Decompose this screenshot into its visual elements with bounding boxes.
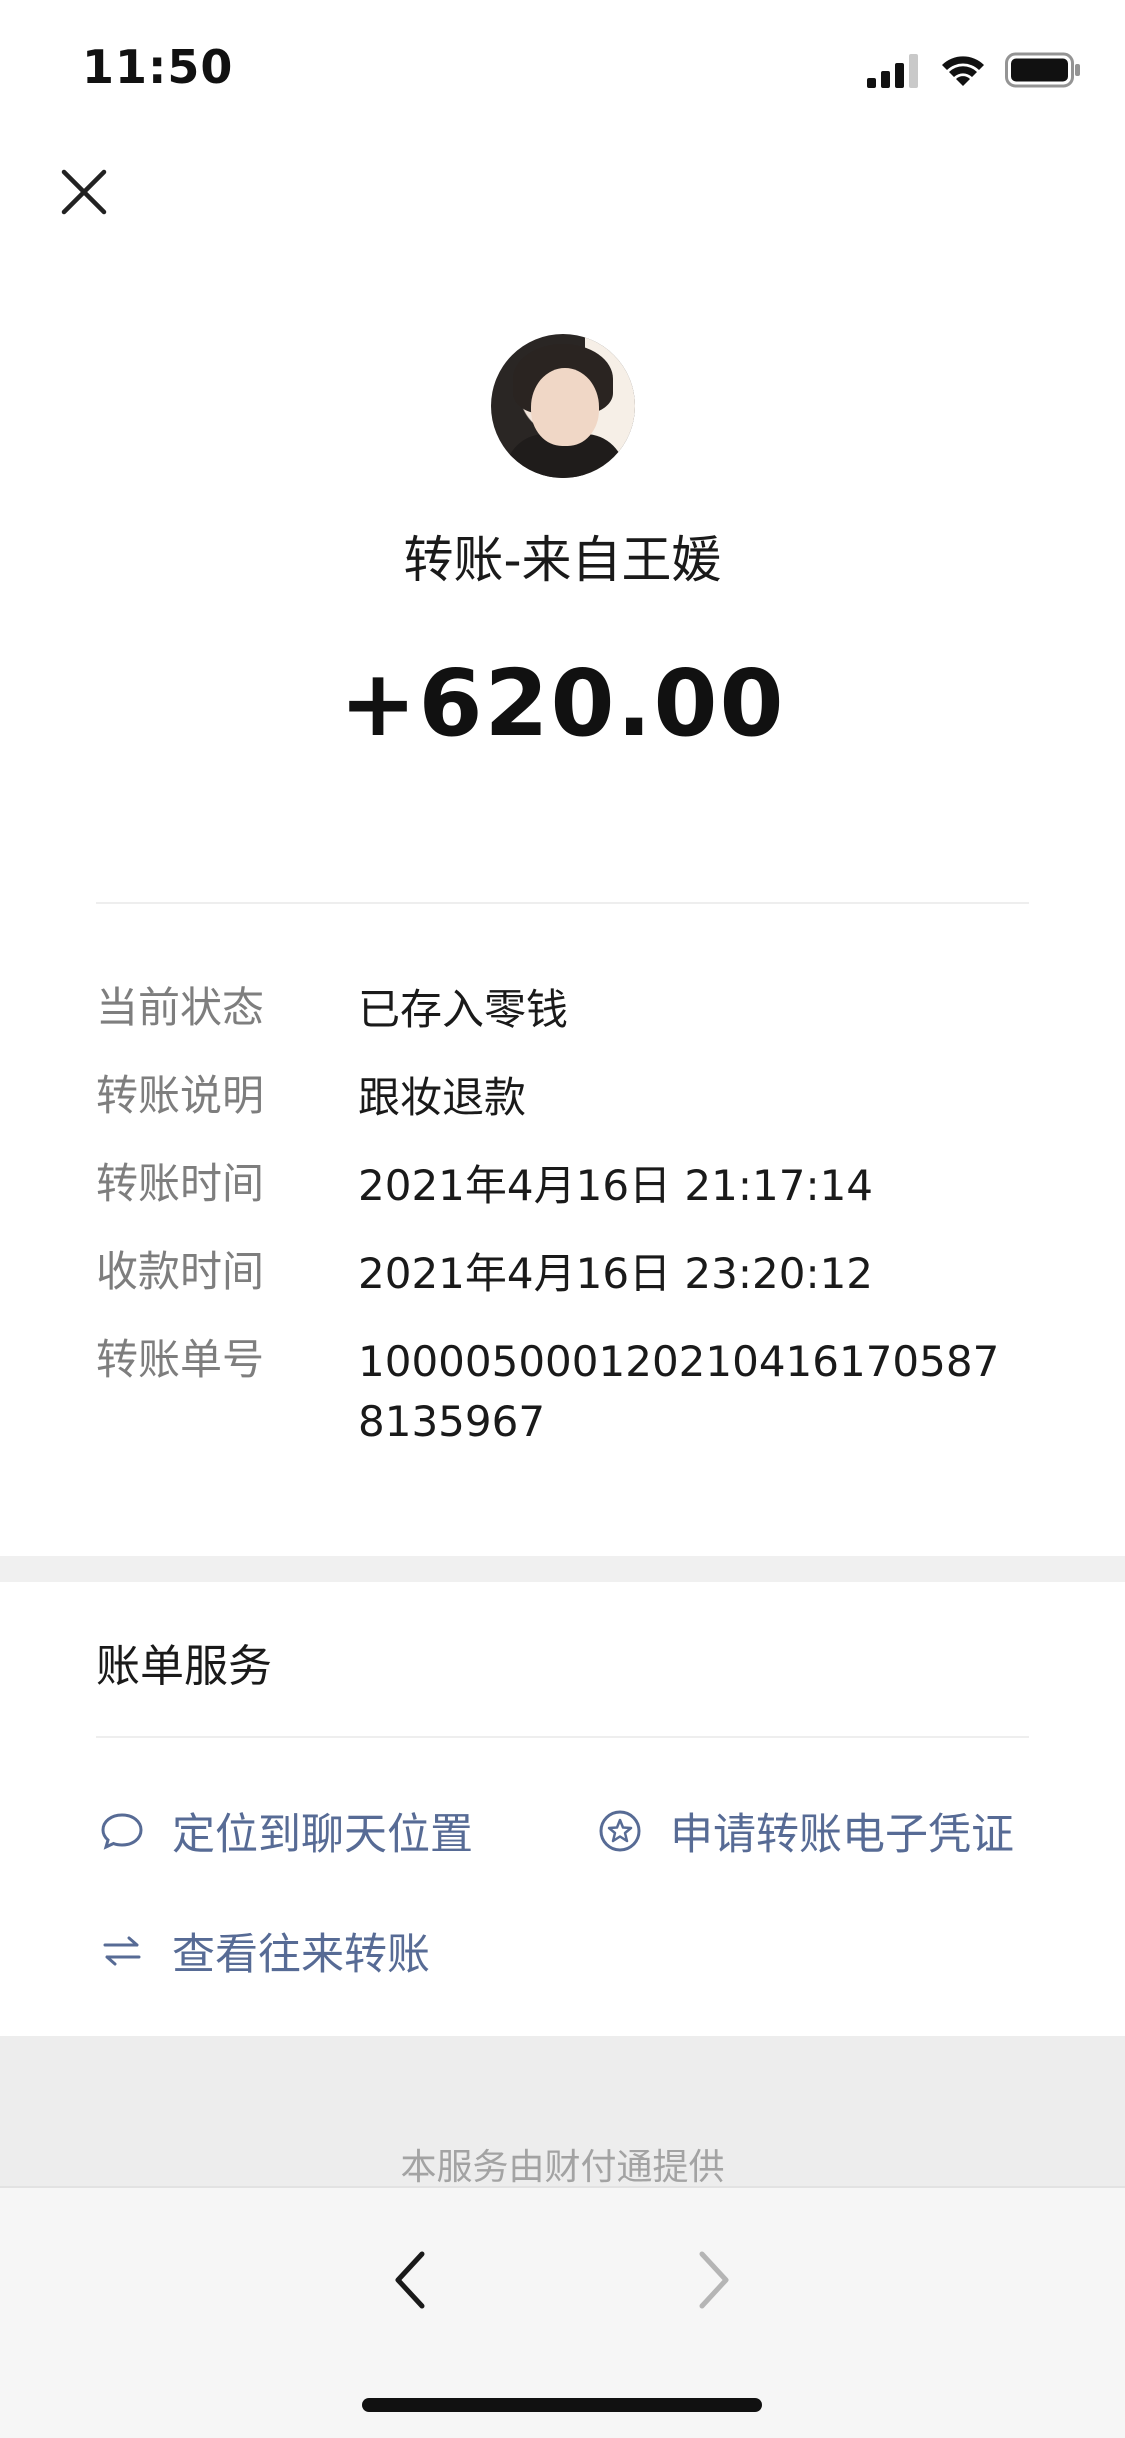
back-button[interactable] (380, 2240, 440, 2320)
detail-row-transfer-id: 转账单号 10000500012021041617058781​35967 (96, 1332, 1056, 1452)
home-indicator[interactable] (362, 2398, 762, 2412)
chevron-left-icon (395, 2251, 425, 2309)
status-time: 11:50 (82, 40, 234, 94)
status-bar: 11:50 (0, 0, 1125, 140)
wifi-icon (942, 56, 984, 86)
locate-chat-button[interactable]: 定位到聊天位置 (96, 1800, 473, 1862)
detail-value: 2021年4月16日 21:17:14 (358, 1161, 874, 1210)
footer-provider-text: 本服务由财付通提供 (400, 2147, 725, 2188)
detail-value: 2021年4月16日 23:20:12 (358, 1249, 874, 1298)
transfer-amount: +620.00 (339, 650, 786, 757)
detail-row-receive-time: 收款时间 2021年4月16日 23:20:12 (96, 1244, 1056, 1304)
divider (96, 1736, 1029, 1738)
detail-value: 已存入零钱 (358, 985, 569, 1034)
star-circle-icon (594, 1805, 646, 1857)
detail-value[interactable]: 10000500012021041617058781​35967 (358, 1332, 1008, 1452)
chat-bubble-icon (96, 1805, 148, 1857)
bill-services-title: 账单服务 (96, 1641, 272, 1692)
detail-label: 收款时间 (96, 1247, 265, 1296)
close-icon (61, 169, 107, 215)
apply-receipt-button[interactable]: 申请转账电子凭证 (594, 1800, 1014, 1862)
transfer-details: 当前状态 已存入零钱 转账说明 跟妆退款 转账时间 2021年4月16日 21:… (96, 980, 1056, 1480)
view-transfers-button[interactable]: 查看往来转账 (96, 1920, 430, 1982)
detail-row-transfer-time: 转账时间 2021年4月16日 21:17:14 (96, 1156, 1056, 1216)
battery-icon (1005, 52, 1080, 88)
detail-label: 当前状态 (96, 983, 265, 1032)
signal-icon (867, 54, 918, 88)
locate-chat-label: 定位到聊天位置 (172, 1810, 473, 1860)
exchange-arrows-icon (96, 1925, 148, 1977)
close-button[interactable] (52, 160, 116, 224)
apply-receipt-label: 申请转账电子凭证 (670, 1810, 1014, 1860)
transfer-title: 转账-来自王媛 (403, 531, 722, 589)
detail-label: 转账时间 (96, 1159, 265, 1208)
detail-row-note: 转账说明 跟妆退款 (96, 1068, 1056, 1128)
view-transfers-label: 查看往来转账 (172, 1930, 430, 1980)
detail-label: 转账单号 (96, 1335, 265, 1384)
detail-row-status: 当前状态 已存入零钱 (96, 980, 1056, 1040)
status-icons (867, 48, 1081, 92)
divider (96, 902, 1029, 904)
detail-label: 转账说明 (96, 1071, 265, 1120)
avatar[interactable] (491, 334, 635, 478)
detail-value: 跟妆退款 (358, 1073, 527, 1122)
chevron-right-icon (699, 2251, 729, 2309)
forward-button[interactable] (684, 2240, 744, 2320)
section-separator (0, 1556, 1125, 1582)
